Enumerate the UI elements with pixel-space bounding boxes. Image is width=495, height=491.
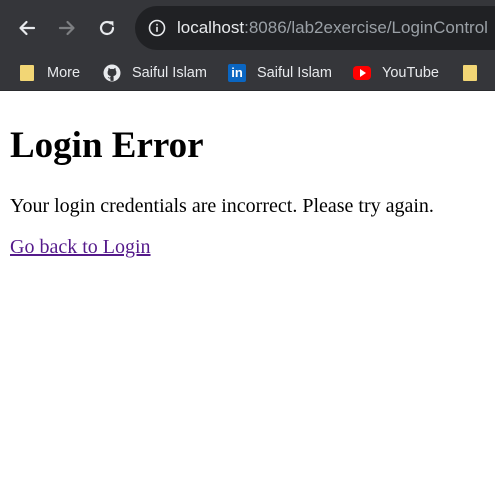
browser-toolbar: localhost:8086/lab2exercise/LoginControl <box>0 0 495 56</box>
reload-icon <box>99 20 115 36</box>
folder-icon <box>461 64 479 82</box>
linkedin-icon: in <box>228 64 246 82</box>
bookmark-youtube[interactable]: YouTube <box>353 56 439 90</box>
arrow-left-icon <box>19 20 36 36</box>
browser-window: localhost:8086/lab2exercise/LoginControl… <box>0 0 495 491</box>
back-button[interactable] <box>7 8 47 48</box>
bookmark-label: Saiful Islam <box>132 65 207 81</box>
url-host: localhost <box>177 18 245 37</box>
error-message: Your login credentials are incorrect. Pl… <box>10 195 434 217</box>
bookmark-github[interactable]: Saiful Islam <box>103 56 207 90</box>
forward-button[interactable] <box>47 8 87 48</box>
back-to-login-link[interactable]: Go back to Login <box>10 235 151 259</box>
address-bar[interactable]: localhost:8086/lab2exercise/LoginControl <box>135 6 495 50</box>
bookmark-linkedin[interactable]: in Saiful Islam <box>228 56 332 90</box>
page-content: Login Error Your login credentials are i… <box>0 125 495 259</box>
bookmark-label: YouTube <box>382 65 439 81</box>
arrow-right-icon <box>58 20 75 36</box>
youtube-icon <box>353 64 371 82</box>
bookmark-label: Saiful Islam <box>257 65 332 81</box>
reload-button[interactable] <box>87 8 127 48</box>
url-text[interactable]: localhost:8086/lab2exercise/LoginControl <box>177 18 488 38</box>
info-icon[interactable] <box>148 19 166 37</box>
bookmark-folder[interactable] <box>461 56 490 90</box>
url-path: :8086/lab2exercise/LoginControl <box>244 18 488 37</box>
folder-icon <box>18 64 36 82</box>
bookmark-label: More <box>47 65 81 81</box>
bookmarks-bar: More Saiful Islam in Saiful Islam YouTub… <box>0 56 495 91</box>
github-icon <box>103 64 121 82</box>
page-title: Login Error <box>10 125 204 166</box>
bookmark-more[interactable]: More <box>18 56 80 90</box>
